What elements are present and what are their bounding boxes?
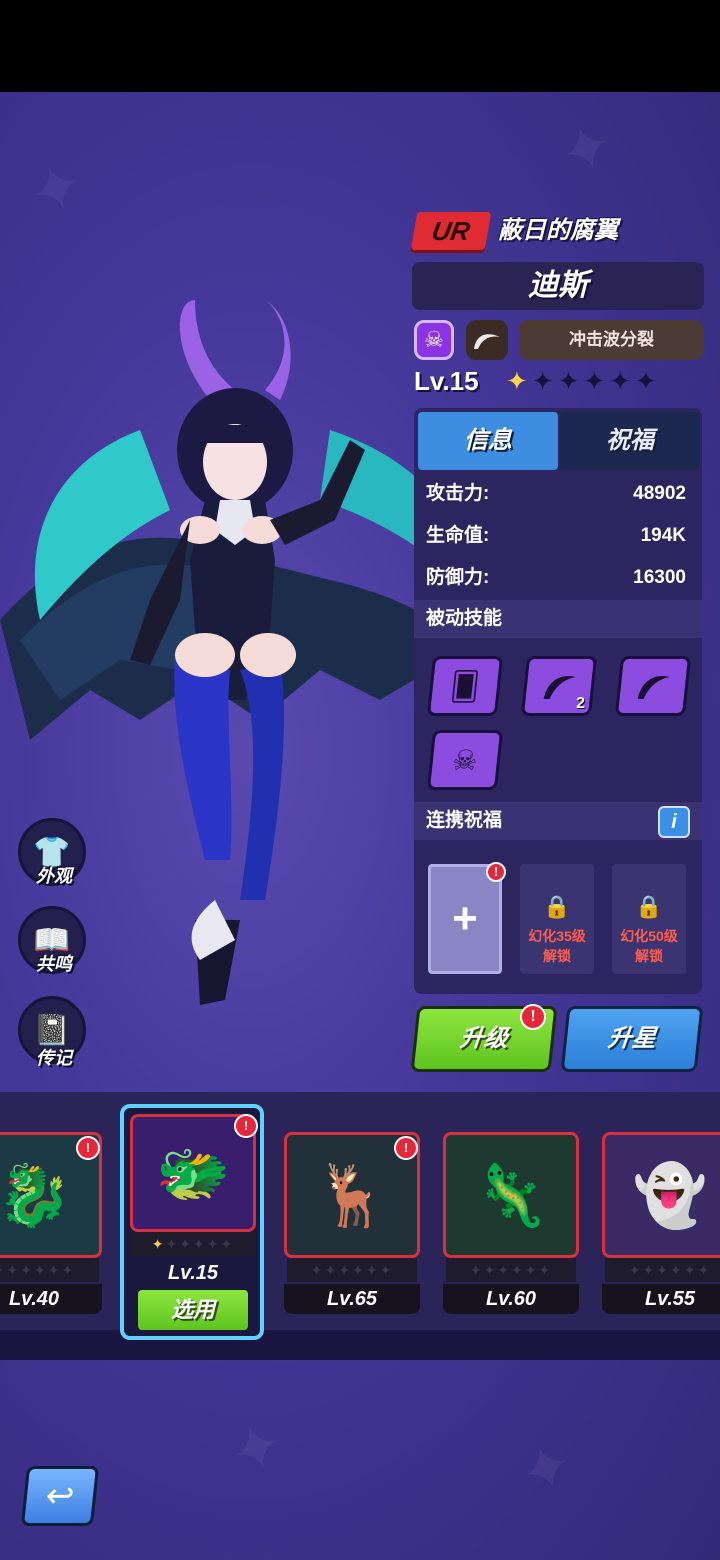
wing-icon[interactable]: 2 [520,656,598,716]
card-stars: ✦✦✦✦✦✦ [287,1258,417,1282]
star-up-button[interactable]: 升星 [560,1006,704,1072]
lock-icon: 🔒 [543,894,571,919]
plus-icon: + [452,894,478,943]
tab-bless[interactable]: 祝福 [560,412,700,470]
unlock-text: 解锁 [543,948,571,964]
wing-class-icon[interactable] [466,320,508,360]
background-pattern: ✦ [219,1406,295,1493]
locked-link-slot[interactable]: 🔒 幻化50级解锁 [612,864,686,974]
hero-title: 蔽日的腐翼 [498,217,618,244]
star-filled-icon: ✦ [506,366,532,396]
card-stars: ✦✦✦✦✦✦ [605,1258,720,1282]
wing-icon[interactable] [614,656,692,716]
stat-value: 48902 [633,483,686,504]
stat-label: 攻击力: [426,483,490,504]
stat-value: 16300 [633,567,686,588]
card-level: Lv.60 [443,1284,579,1314]
hero-star-rating: ✦✦✦✦✦✦ [506,366,661,397]
unlock-condition: 幻化35级解锁 [520,926,594,966]
stat-value: 194K [640,525,686,546]
alert-badge: ! [486,862,506,882]
star-empty-icon: ✦ [609,366,635,396]
lock-icon: 🔒 [635,894,663,919]
hero-name: 迪斯 [412,262,704,310]
card-level: Lv.55 [602,1284,720,1314]
unlock-text: 解锁 [635,948,663,964]
status-bar [0,0,720,92]
alert-badge: ! [76,1136,100,1160]
card-level: Lv.15 [167,1262,219,1284]
star-empty-icon: ✦ [557,366,584,396]
roster-edge [0,1330,720,1360]
skill-tag[interactable]: 冲击波分裂 [520,320,703,360]
green-dragon-icon: 🦎 [443,1132,579,1258]
card-level: Lv.40 [0,1284,102,1314]
rarity-badge: UR [410,212,492,250]
ghost-beast-icon: 👻 [602,1132,720,1258]
unlock-level: 幻化35级 [528,928,586,944]
star-empty-icon: ✦ [583,366,610,396]
appearance-label: 外观 [36,866,72,886]
back-arrow-icon: ↩ [43,1477,77,1515]
skull-element-icon[interactable]: ☠ [414,320,454,360]
alert-badge: ! [234,1114,258,1138]
stat-row-defense: 防御力: 16300 [414,558,702,598]
skull-burst-icon[interactable]: ☠ [426,730,504,790]
star-empty-icon: ✦ [634,366,661,396]
card-stars: ✦✦✦✦✦✦ [446,1258,576,1282]
biography-label: 传记 [36,1048,72,1068]
background-pattern: ✦ [549,106,625,193]
star-empty-icon: ✦ [531,366,558,396]
card-stars: ✦✦✦✦✦✦ [130,1232,256,1256]
stat-row-hp: 生命值: 194K [414,516,702,556]
passive-skills-header: 被动技能 [414,600,702,638]
skill-count: 2 [576,695,586,712]
unlock-condition: 幻化50级解锁 [612,926,686,966]
star-filled-icon: ✦ [151,1236,166,1252]
hero-level: Lv.15 [414,366,479,396]
info-button[interactable]: i [658,806,690,838]
journal-icon: 📓 [33,1013,71,1047]
background-pattern: ✦ [509,1426,585,1513]
card-level: Lv.65 [284,1284,420,1314]
resonance-label: 共鸣 [36,954,72,974]
roster-card-selected[interactable]: 🐲 ✦✦✦✦✦✦ Lv.15 选用 [120,1104,264,1342]
stat-label: 生命值: [426,525,490,546]
back-button[interactable]: ↩ [20,1466,100,1526]
stat-row-attack: 攻击力: 48902 [414,474,702,514]
card-stars: ✦✦✦✦✦✦ [0,1258,99,1282]
alert-badge: ! [520,1004,546,1030]
select-button[interactable]: 选用 [138,1290,248,1330]
locked-link-slot[interactable]: 🔒 幻化35级解锁 [520,864,594,974]
cards-dice-icon[interactable]: 🂠 [426,656,504,716]
alert-badge: ! [394,1136,418,1160]
info-panel: 信息 祝福 攻击力: 48902 生命值: 194K 防御力: 16300 被动… [414,408,702,994]
stat-label: 防御力: [426,567,490,588]
roster-card[interactable]: 👻 ✦✦✦✦✦✦ Lv.55 [602,1132,720,1314]
tab-info[interactable]: 信息 [418,412,558,470]
roster-card[interactable]: 🦎 ✦✦✦✦✦✦ Lv.60 [443,1132,579,1314]
unlock-level: 幻化50级 [620,928,678,944]
roster-card[interactable]: 🦌 ✦✦✦✦✦✦ Lv.65 [284,1132,420,1314]
